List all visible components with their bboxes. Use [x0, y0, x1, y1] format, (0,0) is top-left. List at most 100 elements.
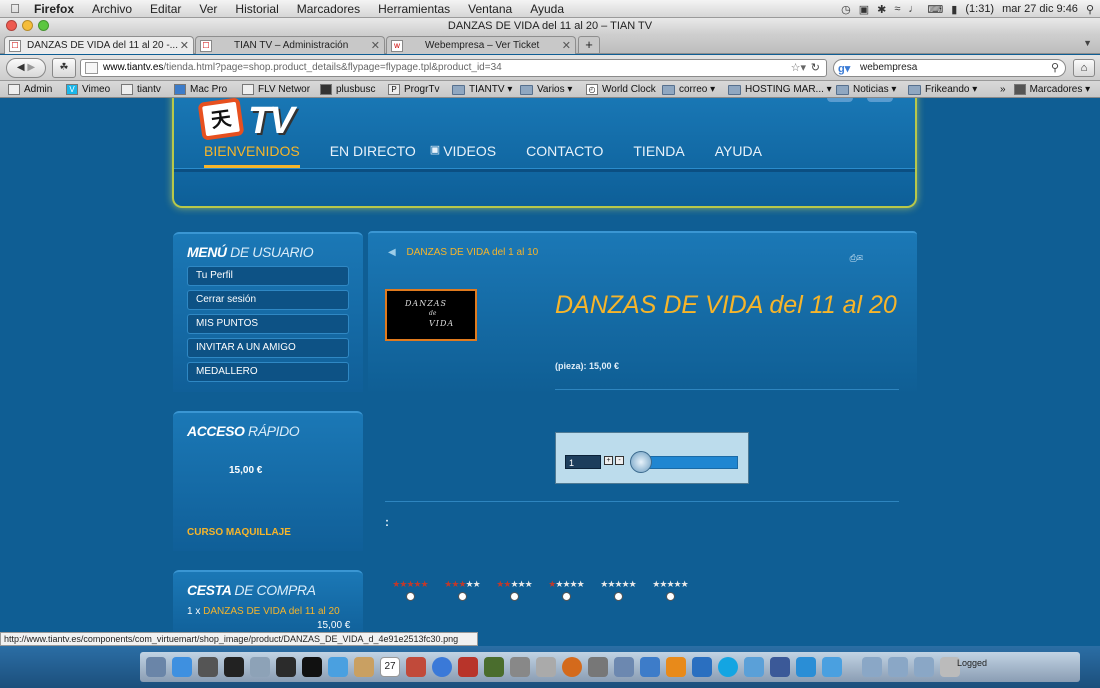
bookmark-vimeo[interactable]: V Vimeo	[66, 83, 110, 96]
itunes-icon[interactable]	[432, 657, 452, 677]
user-menu-item-perfil[interactable]: Tu Perfil	[187, 266, 349, 286]
final-cut-icon[interactable]	[224, 657, 244, 677]
folder-icon[interactable]	[862, 657, 882, 677]
user-menu-item-invitar[interactable]: INVITAR A UN AMIGO	[187, 338, 349, 358]
word-icon[interactable]	[692, 657, 712, 677]
back-forward-buttons[interactable]: ◀ ▶	[6, 58, 46, 78]
email-icon[interactable]: ✉	[857, 253, 863, 263]
nav-contacto[interactable]: CONTACTO	[526, 143, 603, 168]
facebook-icon[interactable]	[770, 657, 790, 677]
close-window-icon[interactable]	[6, 20, 17, 31]
bookmark-plusbusc[interactable]: plusbusc	[320, 83, 375, 96]
minimize-window-icon[interactable]	[22, 20, 33, 31]
bookmark-folder-correo[interactable]: correo ▾	[662, 83, 715, 96]
rating-radio[interactable]	[613, 592, 623, 601]
search-box[interactable]: g▾ webempresa ⚲	[833, 59, 1066, 77]
menu-archivo[interactable]: Archivo	[83, 2, 141, 16]
ichat-icon[interactable]	[744, 657, 764, 677]
downloads-folder-icon[interactable]	[888, 657, 908, 677]
zoom-window-icon[interactable]	[38, 20, 49, 31]
mail-icon[interactable]	[640, 657, 660, 677]
display-icon[interactable]: ▣	[859, 3, 869, 16]
spotlight-icon[interactable]: ⚲	[1086, 3, 1094, 16]
calculator-icon[interactable]	[588, 657, 608, 677]
bookmark-folder-tiantv[interactable]: TIANTV ▾	[452, 83, 512, 96]
search-icon[interactable]: ⚲	[1051, 60, 1059, 76]
bookmark-star-icon[interactable]: ☆▾	[791, 60, 806, 76]
bookmark-folder-noticias[interactable]: Noticias ▾	[836, 83, 896, 96]
pdf-icon[interactable]	[458, 657, 478, 677]
firefox-sync-button[interactable]: ☘	[52, 58, 76, 78]
dvd-icon[interactable]	[302, 657, 322, 677]
cart-item-link[interactable]: DANZAS DE VIDA del 11 al 20	[203, 606, 340, 617]
facebook-icon[interactable]	[867, 98, 893, 102]
bookmark-admin[interactable]: Admin	[8, 83, 52, 96]
user-menu-item-mis-puntos[interactable]: MIS PUNTOS	[187, 314, 349, 334]
back-arrow-icon[interactable]: ◀	[17, 62, 25, 73]
close-tab-icon[interactable]: ✕	[180, 39, 189, 52]
bookmark-folder-hosting[interactable]: HOSTING MAR... ▾	[728, 83, 832, 96]
nav-tienda[interactable]: TIENDA	[633, 143, 684, 168]
calendar-icon[interactable]: 27	[380, 657, 400, 677]
new-tab-button[interactable]: +	[578, 36, 600, 53]
nav-ayuda[interactable]: AYUDA	[715, 143, 762, 168]
system-preferences-icon[interactable]	[536, 657, 556, 677]
address-bar[interactable]: www.tiantv.es/tienda.html?page=shop.prod…	[80, 59, 827, 77]
chevron-right-icon[interactable]: »	[1000, 84, 1006, 95]
tab-admin[interactable]: ☐ TIAN TV – Administración ✕	[195, 36, 385, 54]
menu-marcadores[interactable]: Marcadores	[288, 2, 369, 16]
keyboard-icon[interactable]: ⌨	[927, 3, 943, 16]
network-icon[interactable]	[250, 657, 270, 677]
back-arrow-icon[interactable]: ◀	[388, 247, 396, 258]
tab-webempresa[interactable]: w Webempresa – Ver Ticket ✕	[386, 36, 576, 54]
time-machine-icon[interactable]: ◷	[841, 3, 851, 16]
bookmark-mac-pro[interactable]: Mac Pro	[174, 83, 227, 96]
quantity-decrease-icon[interactable]: -	[615, 456, 624, 465]
forward-arrow-icon[interactable]: ▶	[27, 62, 35, 73]
previous-product-link[interactable]: DANZAS DE VIDA del 1 al 10	[406, 247, 538, 258]
vlc-icon[interactable]	[666, 657, 686, 677]
add-to-cart-button[interactable]	[630, 451, 738, 473]
bookmark-progrtv[interactable]: P ProgrTv	[388, 83, 440, 96]
tab-list-chevron-down-icon[interactable]: ▼	[1083, 38, 1092, 48]
dashboard-icon[interactable]	[198, 657, 218, 677]
rating-radio[interactable]	[405, 592, 415, 601]
safari-icon[interactable]	[328, 657, 348, 677]
photo-booth-icon[interactable]	[406, 657, 426, 677]
menu-ver[interactable]: Ver	[190, 2, 226, 16]
battery-time[interactable]: (1:31)	[965, 3, 994, 15]
close-tab-icon[interactable]: ✕	[562, 39, 571, 52]
user-menu-item-medallero[interactable]: MEDALLERO	[187, 362, 349, 382]
close-tab-icon[interactable]: ✕	[371, 39, 380, 52]
documents-folder-icon[interactable]	[914, 657, 934, 677]
terminal-icon[interactable]	[614, 657, 634, 677]
tiantv-logo[interactable]: 天 TV	[196, 98, 316, 146]
contacts-icon[interactable]	[354, 657, 374, 677]
menu-app-firefox[interactable]: Firefox	[30, 2, 83, 16]
bookmark-world-clock[interactable]: ◴ World Clock	[586, 83, 656, 96]
bookmark-folder-frikeando[interactable]: Frikeando ▾	[908, 83, 977, 96]
menu-herramientas[interactable]: Herramientas	[369, 2, 459, 16]
nav-en-directo[interactable]: EN DIRECTO	[330, 143, 416, 168]
app-store-icon[interactable]	[172, 657, 192, 677]
bookmarks-overflow[interactable]: » Marcadores ▾	[1000, 83, 1090, 96]
preview-icon[interactable]	[510, 657, 530, 677]
cloud-icon[interactable]	[822, 657, 842, 677]
iphoto-icon[interactable]	[484, 657, 504, 677]
reload-icon[interactable]: ↻	[811, 60, 820, 76]
rating-radio[interactable]	[561, 592, 571, 601]
volume-icon[interactable]: ♩	[908, 3, 919, 15]
apple-menu-icon[interactable]: 	[0, 1, 30, 16]
product-image[interactable]: DANZAS de VIDA	[385, 289, 477, 341]
rating-radio[interactable]	[457, 592, 467, 601]
quick-access-link[interactable]: CURSO MAQUILLAJE	[187, 527, 291, 538]
clapboard-icon[interactable]	[276, 657, 296, 677]
rating-radio[interactable]	[509, 592, 519, 601]
rating-radio[interactable]	[665, 592, 675, 601]
search-input-value[interactable]: webempresa	[860, 62, 917, 73]
finder-icon[interactable]	[146, 657, 166, 677]
bookmark-tiantv[interactable]: tiantv	[121, 83, 161, 96]
menu-editar[interactable]: Editar	[141, 2, 190, 16]
user-menu-item-cerrar-sesion[interactable]: Cerrar sesión	[187, 290, 349, 310]
bluetooth-icon[interactable]: ✱	[877, 3, 886, 16]
